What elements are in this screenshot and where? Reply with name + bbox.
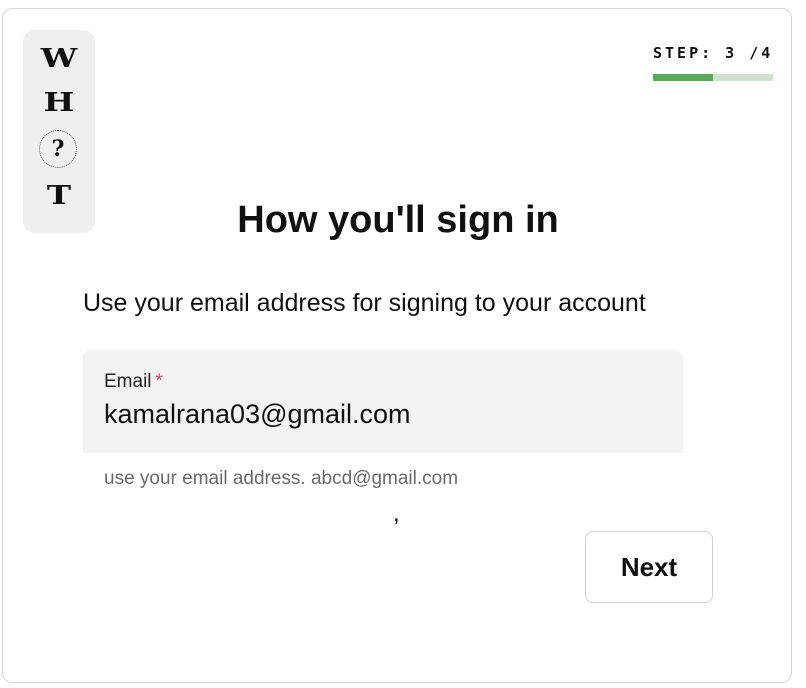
progress-bar-fill xyxy=(653,74,713,81)
email-label-text: Email xyxy=(104,371,152,392)
logo-letter-h: H xyxy=(43,88,75,118)
next-button[interactable]: Next xyxy=(585,531,713,603)
page-title: How you'll sign in xyxy=(237,199,559,241)
page-subtitle: Use your email address for signing to yo… xyxy=(83,289,646,317)
progress-bar xyxy=(653,74,773,81)
stray-text: , xyxy=(393,500,400,527)
logo-letter-w: W xyxy=(40,44,78,74)
email-field[interactable]: Email * xyxy=(83,350,683,453)
required-mark: * xyxy=(155,371,163,392)
email-helper-text: use your email address. abcd@gmail.com xyxy=(104,468,459,489)
email-input[interactable] xyxy=(104,399,664,430)
email-field-label: Email * xyxy=(104,371,163,393)
logo-question-icon: ? xyxy=(39,130,77,168)
step-indicator: STEP: 3 /4 xyxy=(653,44,774,62)
